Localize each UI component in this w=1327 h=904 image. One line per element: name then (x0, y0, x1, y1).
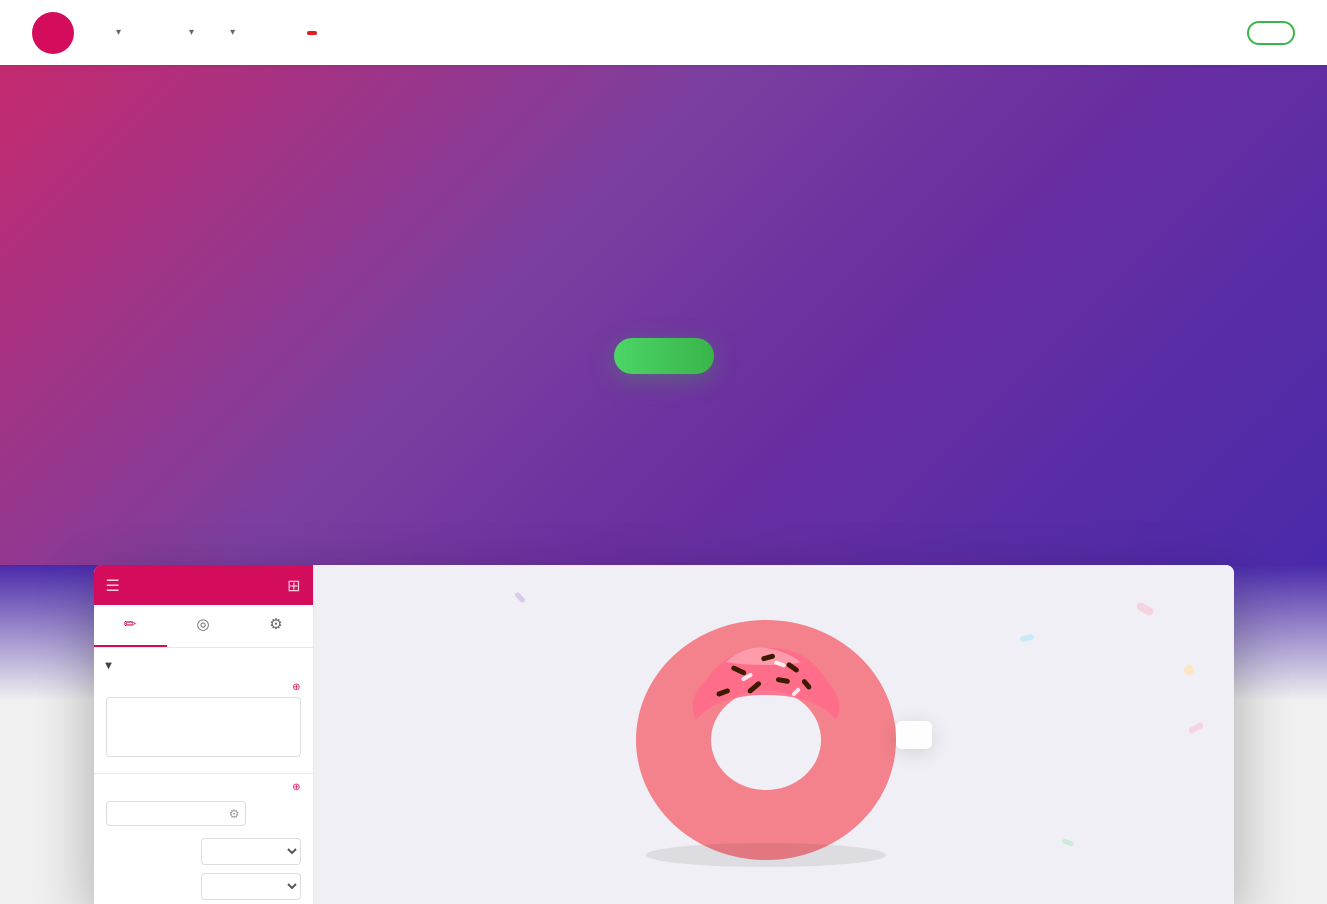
nav-link-features[interactable]: ▾ (98, 19, 135, 46)
get-started-nav-button[interactable] (1247, 21, 1295, 45)
gear-icon: ⚙ (269, 615, 282, 633)
chevron-down-icon: ▾ (230, 27, 235, 38)
panel-size-field-row (94, 834, 313, 869)
sprinkle-2 (1019, 633, 1034, 642)
section-arrow-icon: ▾ (106, 658, 112, 672)
dynamic-link-button[interactable]: ⊕ (290, 782, 300, 793)
panel-tabs: ✏ ◎ ⚙ (94, 605, 313, 648)
editor-container: ☰ ⊞ ✏ ◎ ⚙ ▾ (94, 565, 1234, 904)
editor-canvas (314, 565, 1234, 904)
pencil-icon: ✏ (124, 615, 137, 633)
link-input-wrap: ⚙ (106, 801, 246, 826)
hero-section (0, 65, 1327, 565)
dynamic-button[interactable]: ⊕ (290, 682, 300, 693)
nav-link-blog[interactable] (253, 25, 281, 41)
donut-group (616, 600, 932, 870)
editor-section: ☰ ⊞ ✏ ◎ ⚙ ▾ (0, 565, 1327, 904)
link-input[interactable] (106, 801, 246, 826)
panel-link-field-row: ⊕ (94, 778, 313, 797)
editor-panel: ☰ ⊞ ✏ ◎ ⚙ ▾ (94, 565, 314, 904)
tab-style[interactable]: ◎ (167, 605, 240, 647)
nav-link-help-center[interactable]: ▾ (212, 19, 249, 46)
navbar: ▾ ▾ ▾ (0, 0, 1327, 65)
nav-link-experts[interactable] (285, 23, 331, 43)
chevron-down-icon: ▾ (116, 27, 121, 38)
nav-links: ▾ ▾ ▾ (98, 19, 331, 46)
title-textarea[interactable] (106, 697, 301, 757)
grid-icon[interactable]: ⊞ (287, 576, 300, 595)
sprinkle-3 (1184, 665, 1194, 675)
field-row-title: ⊕ (106, 682, 301, 693)
canvas-area (314, 585, 1234, 885)
panel-section-title[interactable]: ▾ (94, 648, 313, 678)
size-select[interactable] (201, 838, 301, 865)
style-icon: ◎ (196, 615, 209, 633)
dynamic-icon: ⊕ (292, 682, 300, 693)
html-tag-select-wrap (201, 873, 301, 900)
chevron-down-icon: ▾ (189, 27, 194, 38)
size-select-wrap (201, 838, 301, 865)
donut-svg (616, 600, 916, 870)
tab-advanced[interactable]: ⚙ (240, 605, 313, 647)
hero-cta-button[interactable] (614, 338, 714, 374)
nav-left: ▾ ▾ ▾ (32, 12, 331, 54)
panel-header: ☰ ⊞ (94, 565, 313, 605)
nav-right (1231, 21, 1295, 45)
nav-link-pricing[interactable] (139, 25, 167, 41)
html-tag-select[interactable] (201, 873, 301, 900)
hamburger-icon[interactable]: ☰ (106, 576, 120, 595)
canvas-text-card (896, 721, 932, 749)
sprinkle-1 (1135, 601, 1155, 617)
sprinkle-4 (513, 591, 525, 603)
beta-badge (307, 31, 317, 35)
nav-link-resources[interactable]: ▾ (171, 19, 208, 46)
sprinkle-6 (1061, 838, 1074, 847)
panel-title-field: ⊕ (94, 678, 313, 769)
logo-icon[interactable] (32, 12, 74, 54)
gear-icon: ⚙ (229, 807, 240, 821)
panel-link-input-field: ⚙ (94, 797, 313, 834)
tab-content[interactable]: ✏ (94, 605, 167, 647)
sprinkle-5 (1187, 721, 1204, 734)
dynamic-link-icon: ⊕ (292, 782, 300, 793)
divider-1 (94, 773, 313, 774)
panel-html-tag-row (94, 869, 313, 904)
